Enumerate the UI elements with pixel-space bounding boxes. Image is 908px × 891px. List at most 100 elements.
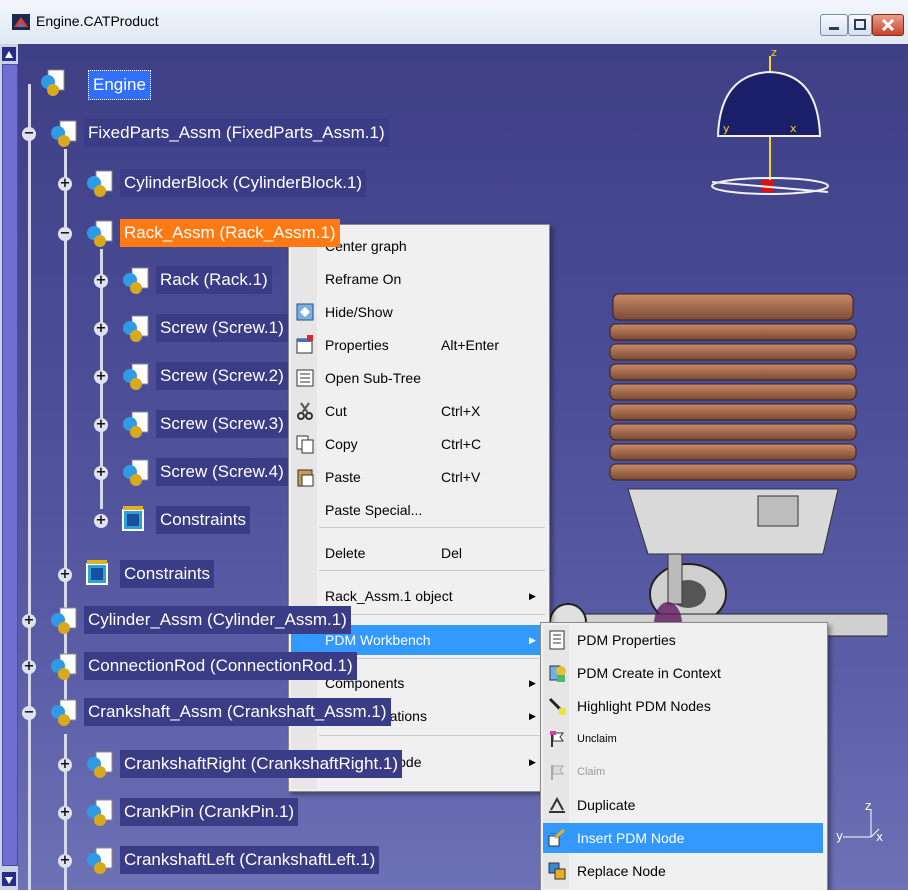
tree-expander-icon[interactable]: + xyxy=(94,466,108,480)
tree-expander-icon[interactable]: − xyxy=(22,127,36,141)
maximize-button[interactable] xyxy=(848,14,872,36)
product-icon xyxy=(123,411,149,438)
highlight-icon xyxy=(548,697,566,715)
menu-item-shortcut: Ctrl+X xyxy=(441,403,481,419)
paste-icon xyxy=(297,469,314,487)
replace-node-icon xyxy=(548,862,566,880)
axis-y-label: y xyxy=(836,829,844,843)
tree-expander-icon[interactable]: + xyxy=(94,370,108,384)
duplicate-icon xyxy=(549,796,565,813)
product-icon xyxy=(51,607,77,634)
product-icon xyxy=(87,799,113,826)
context-menu-item[interactable]: Paste Special... xyxy=(291,495,545,525)
tree-expander-icon[interactable]: + xyxy=(94,322,108,336)
submenu-item[interactable]: Insert PDM Node xyxy=(543,823,823,853)
tree-node[interactable]: Crankshaft_Assm (Crankshaft_Assm.1) xyxy=(84,698,391,726)
minimize-button[interactable] xyxy=(820,14,848,36)
menu-separator xyxy=(319,735,545,736)
constraints-icon xyxy=(122,506,144,531)
compass-widget[interactable] xyxy=(708,44,858,204)
context-menu-item[interactable]: Open Sub-Tree xyxy=(291,363,545,393)
tree-node[interactable]: FixedParts_Assm (FixedParts_Assm.1) xyxy=(84,119,389,147)
menu-item-label: Cut xyxy=(325,403,347,419)
axis-x-label: x xyxy=(876,830,884,844)
insert-node-icon xyxy=(548,828,565,847)
submenu-item[interactable]: Highlight PDM Nodes xyxy=(543,691,823,721)
submenu-item[interactable]: Duplicate xyxy=(543,790,823,820)
submenu-item-label: PDM Properties xyxy=(577,632,676,648)
submenu-item-label: Duplicate xyxy=(577,797,636,813)
context-menu-item[interactable]: Properties Alt+Enter xyxy=(291,330,545,360)
menu-item-shortcut: Del xyxy=(441,545,463,561)
menu-item-label: Reframe On xyxy=(325,271,402,287)
tree-node[interactable]: Screw (Screw.3) xyxy=(156,410,288,438)
scroll-up-arrow-icon[interactable] xyxy=(2,47,16,61)
3d-viewport[interactable]: z y x z y x Engine Center graph Reframe O… xyxy=(18,44,908,890)
tree-expander-icon[interactable]: + xyxy=(58,806,72,820)
context-menu-item[interactable]: Hide/Show xyxy=(291,297,545,327)
tree-node[interactable]: Screw (Screw.1) xyxy=(156,314,288,342)
tree-node[interactable]: CrankshaftLeft (CrankshaftLeft.1) xyxy=(120,846,380,874)
tree-expander-icon[interactable]: + xyxy=(22,614,36,628)
product-icon xyxy=(87,220,113,247)
tree-node[interactable]: CrankshaftRight (CrankshaftRight.1) xyxy=(120,750,403,778)
menu-item-shortcut: Ctrl+V xyxy=(441,469,481,485)
submenu-item-label: PDM Create in Context xyxy=(577,665,721,681)
tree-expander-icon[interactable]: + xyxy=(58,854,72,868)
tree-expander-icon[interactable]: + xyxy=(58,568,72,582)
menu-separator xyxy=(319,570,545,571)
submenu-item[interactable]: Unclaim xyxy=(543,724,823,754)
product-icon xyxy=(123,363,149,390)
context-menu-item[interactable]: Cut Ctrl+X xyxy=(291,396,545,426)
tree-expander-icon[interactable]: − xyxy=(58,227,72,241)
submenu-arrow-icon: ▶ xyxy=(529,678,536,688)
scroll-down-arrow-icon[interactable] xyxy=(2,872,16,886)
tree-expander-icon[interactable]: + xyxy=(94,274,108,288)
pdm-create-icon xyxy=(549,665,566,682)
tree-node[interactable]: Cylinder_Assm (Cylinder_Assm.1) xyxy=(84,606,351,634)
submenu-item: Claim xyxy=(543,757,823,787)
tree-node[interactable]: ConnectionRod (ConnectionRod.1) xyxy=(84,652,357,680)
tree-expander-icon[interactable]: + xyxy=(58,758,72,772)
tree-node[interactable]: CrankPin (CrankPin.1) xyxy=(120,798,299,826)
tree-expander-icon[interactable]: + xyxy=(58,177,72,191)
context-menu-item[interactable]: Reframe On xyxy=(291,264,545,294)
context-menu-item[interactable]: Paste Ctrl+V xyxy=(291,462,545,492)
scrollbar-thumb[interactable] xyxy=(2,64,18,866)
tree-connector xyxy=(28,84,31,890)
submenu-item[interactable]: PDM Create in Context xyxy=(543,658,823,688)
tree-node[interactable]: Rack (Rack.1) xyxy=(156,266,272,294)
product-icon xyxy=(41,69,65,96)
menu-item-label: Paste xyxy=(325,469,361,485)
tree-node[interactable]: Screw (Screw.4) xyxy=(156,458,288,486)
claim-icon xyxy=(551,765,564,780)
context-menu-item[interactable]: Copy Ctrl+C xyxy=(291,429,545,459)
tree-node[interactable]: Rack_Assm (Rack_Assm.1) xyxy=(120,219,340,247)
product-icon xyxy=(123,459,149,486)
tree-expander-icon[interactable]: + xyxy=(94,514,108,528)
tree-expander-icon[interactable]: + xyxy=(94,418,108,432)
submenu-arrow-icon: ▶ xyxy=(529,711,536,721)
title-bar[interactable]: Engine.CATProduct xyxy=(0,0,908,45)
product-icon xyxy=(123,267,149,294)
submenu-arrow-icon: ▶ xyxy=(529,757,536,767)
tree-expander-icon[interactable]: + xyxy=(22,660,36,674)
tree-node-root[interactable]: Engine xyxy=(88,70,151,100)
context-menu-item[interactable]: Delete Del xyxy=(291,538,545,568)
tree-node[interactable]: CylinderBlock (CylinderBlock.1) xyxy=(120,169,367,197)
submenu-arrow-icon: ▶ xyxy=(529,591,536,601)
close-button[interactable] xyxy=(872,14,904,36)
submenu-item[interactable]: PDM Properties xyxy=(543,625,823,655)
window-title: Engine.CATProduct xyxy=(36,13,159,29)
constraints-icon xyxy=(86,560,108,585)
tree-expander-icon[interactable]: − xyxy=(22,706,36,720)
menu-item-label: Delete xyxy=(325,545,366,561)
tree-node[interactable]: Constraints xyxy=(156,506,250,534)
vertical-scrollbar[interactable] xyxy=(0,44,18,890)
tree-node[interactable]: Screw (Screw.2) xyxy=(156,362,288,390)
product-icon xyxy=(123,315,149,342)
tree-node[interactable]: Constraints xyxy=(120,560,214,588)
submenu-item[interactable]: Replace Node xyxy=(543,856,823,886)
open-subtree-icon xyxy=(296,369,314,387)
product-icon xyxy=(87,751,113,778)
